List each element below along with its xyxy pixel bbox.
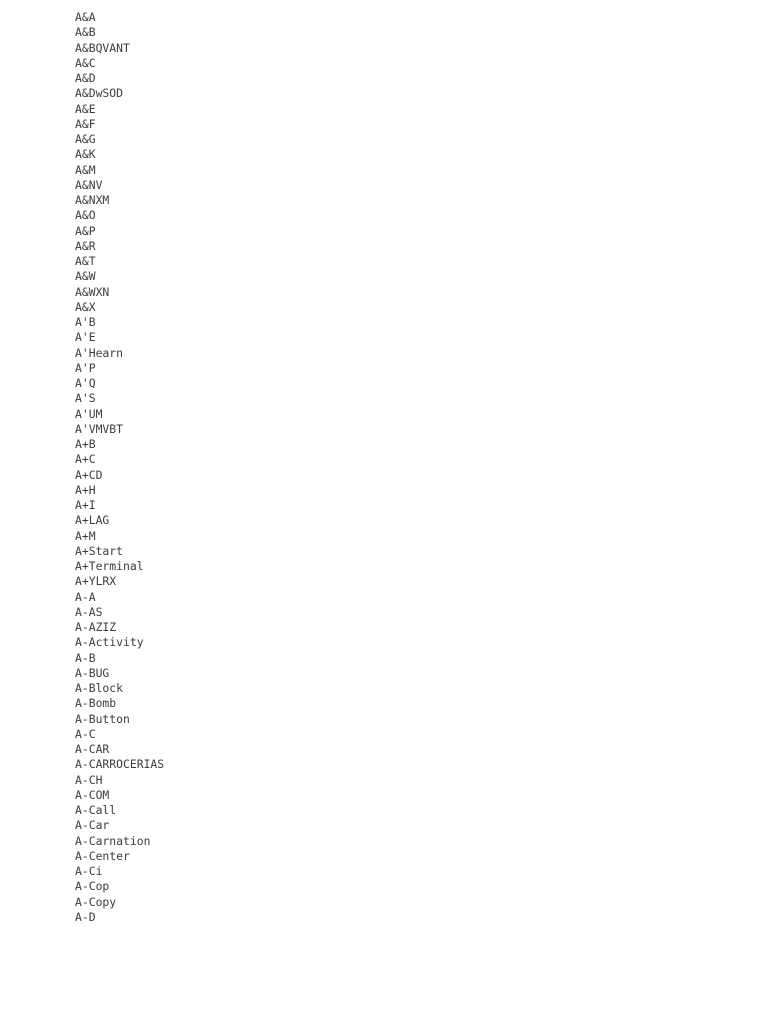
list-item: A&R — [75, 238, 96, 253]
list-item: A'VMVBT — [75, 421, 124, 436]
list-item: A+H — [75, 482, 96, 497]
list-item: A&BQVANT — [75, 40, 130, 55]
list-item: A&C — [75, 55, 96, 70]
list-item: A-AZIZ — [75, 620, 117, 634]
list-item: A&D — [75, 71, 96, 85]
list-item: A-Block — [75, 681, 124, 695]
list-item: A&X — [75, 299, 96, 314]
list-item: A&NXM — [75, 193, 110, 207]
list-item: A'E — [75, 330, 96, 345]
list-item: A+C — [75, 452, 96, 467]
list-item: A&DwSOD — [75, 86, 124, 101]
list-item: A'Hearn — [75, 345, 124, 360]
list-item: A&NV — [75, 177, 103, 192]
list-item: A'P — [75, 360, 96, 375]
list-item: A-Cop — [75, 879, 110, 894]
list-item: A-Activity — [75, 635, 144, 650]
list-item: A-AS — [75, 604, 103, 619]
list-item: A'S — [75, 391, 96, 406]
list-item: A&A — [75, 10, 96, 24]
list-item: A&B — [75, 25, 96, 40]
list-item: A+Terminal — [75, 559, 144, 573]
list-item: A-CH — [75, 772, 103, 787]
list-item: A-B — [75, 650, 96, 665]
list-item: A&W — [75, 269, 96, 284]
list-item: A'UM — [75, 406, 103, 421]
list-item: A&G — [75, 132, 96, 146]
list-item: A-Call — [75, 803, 117, 817]
list-item: A&K — [75, 147, 96, 162]
list-item: A-Ci — [75, 864, 103, 878]
list-item: A-CARROCERIAS — [75, 757, 165, 772]
list-item: A-CAR — [75, 742, 110, 756]
list-item: A-BUG — [75, 665, 110, 680]
list-item: A-Copy — [75, 894, 117, 909]
list-item: A-Center — [75, 848, 130, 863]
list-item: A-Carnation — [75, 833, 151, 848]
list-item: A-Car — [75, 818, 110, 833]
list-item: A-C — [75, 726, 96, 741]
entry-list: A&A A&B A&BQVANT A&C A&D A&DwSOD A&E A&F A&G A&K A… — [75, 10, 164, 925]
list-item: A+LAG — [75, 513, 110, 528]
list-item: A+CD — [75, 467, 103, 482]
list-item: A'B — [75, 315, 96, 329]
list-item: A'Q — [75, 376, 96, 390]
list-item: A+YLRX — [75, 574, 117, 589]
list-item: A&E — [75, 101, 96, 116]
list-item: A+M — [75, 528, 96, 543]
document-page: A&A A&B A&BQVANT A&C A&D A&DwSOD A&E A&F A&G A&K A… — [0, 0, 768, 1024]
list-item: A+I — [75, 498, 96, 512]
list-item: A-Bomb — [75, 696, 117, 711]
list-item: A-A — [75, 589, 96, 604]
list-item: A&O — [75, 208, 96, 223]
list-item: A-Button — [75, 711, 130, 726]
list-item: A&T — [75, 254, 96, 268]
list-item: A-D — [75, 909, 96, 924]
list-item: A+B — [75, 437, 96, 451]
list-item: A&P — [75, 223, 96, 238]
list-item: A&F — [75, 116, 96, 131]
list-item: A&WXN — [75, 284, 110, 299]
list-item: A-COM — [75, 787, 110, 802]
list-item: A&M — [75, 162, 96, 177]
list-item: A+Start — [75, 543, 124, 558]
